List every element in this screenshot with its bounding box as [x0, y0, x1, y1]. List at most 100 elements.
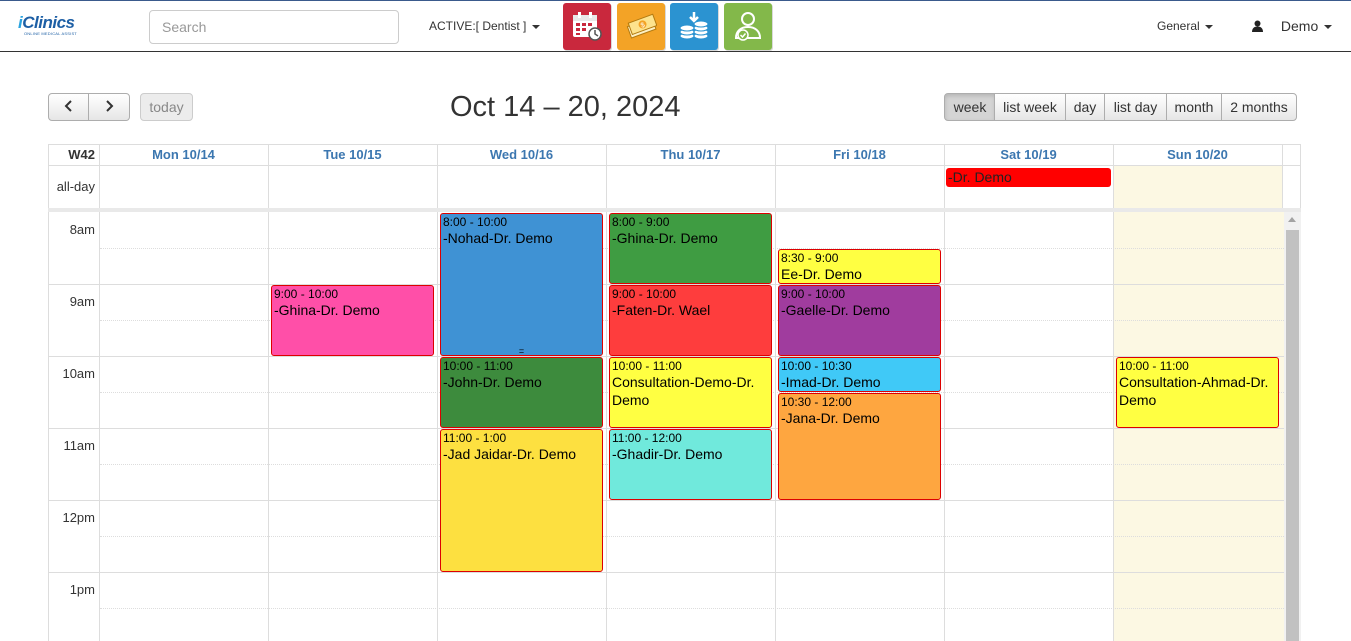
event-time: 10:00 - 11:00 [612, 359, 682, 373]
search-input[interactable] [149, 10, 399, 44]
week-number: W42 [68, 147, 95, 162]
allday-divider [48, 208, 1301, 212]
event-time: 11:00 - 12:00 [612, 431, 682, 445]
iclinics-logo[interactable]: iClinics ONLINE MEDICAL ASSIST [18, 13, 82, 39]
grid-col-line [1282, 144, 1283, 210]
general-dropdown[interactable]: General [1157, 19, 1214, 33]
caret-down-icon [531, 24, 540, 29]
view-week-button[interactable]: week [944, 93, 996, 121]
coins-app-icon[interactable] [670, 3, 718, 50]
time-label: 1pm [69, 582, 95, 597]
day-header-2[interactable]: Wed 10/16 [437, 144, 606, 165]
today-button[interactable]: today [140, 93, 193, 121]
event-time: 9:00 - 10:00 [612, 287, 677, 301]
calendar-title: Oct 14 – 20, 2024 [450, 91, 681, 123]
view-month-button[interactable]: month [1166, 93, 1222, 121]
prev-week-button[interactable] [48, 93, 89, 121]
calendar-event[interactable]: 11:00 - 1:00 -Jad Jaidar-Dr. Demo [440, 429, 603, 572]
caret-down-icon [1205, 24, 1214, 29]
calendar-event[interactable]: 10:30 - 12:00 -Jana-Dr. Demo [778, 393, 941, 500]
chevron-left-icon [64, 100, 72, 112]
day-header-0[interactable]: Mon 10/14 [99, 144, 268, 165]
allday-event[interactable]: -Dr. Demo [946, 168, 1111, 187]
allday-label: all-day [56, 179, 95, 194]
next-week-button[interactable] [88, 93, 130, 121]
calendar-event[interactable]: 10:00 - 11:00 Consultation-Ahmad-Dr. Demo [1116, 357, 1279, 428]
top-navbar: iClinics ONLINE MEDICAL ASSIST ACTIVE:[ … [0, 0, 1351, 52]
event-time: 10:00 - 11:00 [1119, 359, 1189, 373]
event-title: -Jad Jaidar-Dr. Demo [443, 446, 577, 462]
logo-text: Clinics [22, 13, 75, 32]
view-day-button[interactable]: day [1065, 93, 1105, 121]
time-label: 11am [63, 438, 95, 453]
event-time: 10:00 - 10:30 [781, 359, 852, 373]
resize-handle-icon[interactable]: = [441, 347, 602, 356]
event-time: 8:00 - 9:00 [612, 215, 670, 229]
event-time: 8:00 - 10:00 [443, 215, 508, 229]
event-title: -John-Dr. Demo [443, 374, 542, 390]
scrollbar-thumb[interactable] [1286, 230, 1299, 641]
header-bottom-line [48, 165, 1301, 166]
calendar-event[interactable]: 9:00 - 10:00 -Ghina-Dr. Demo [271, 285, 434, 356]
week-calendar: W42 all-day Mon 10/14 Tue 10/15 Wed 10/16 T… [48, 144, 1301, 641]
half-hour-line [100, 536, 1284, 537]
event-title: -Jana-Dr. Demo [781, 410, 880, 426]
calendar-event[interactable]: 8:00 - 10:00 -Nohad-Dr. Demo = [440, 213, 603, 356]
scroll-up-arrow-icon[interactable] [1288, 217, 1296, 222]
user-menu-dropdown[interactable]: Demo [1252, 18, 1333, 34]
calendar-event[interactable]: 8:00 - 9:00 -Ghina-Dr. Demo [609, 213, 772, 284]
grid-border-right [1300, 144, 1301, 210]
event-title: Consultation-Ahmad-Dr. Demo [1119, 374, 1269, 408]
event-title: -Nohad-Dr. Demo [443, 230, 553, 246]
time-label: 12pm [62, 510, 95, 525]
chevron-right-icon [106, 100, 114, 112]
calendar-event[interactable]: 8:30 - 9:00 Ee-Dr. Demo [778, 249, 941, 284]
event-time: 9:00 - 10:00 [274, 287, 339, 301]
event-title: -Gaelle-Dr. Demo [781, 302, 890, 318]
user-name: Demo [1280, 18, 1319, 34]
calendar-app-icon[interactable] [563, 3, 611, 50]
time-label: 8am [69, 222, 95, 237]
event-time: 8:30 - 9:00 [781, 251, 839, 265]
event-title: -Imad-Dr. Demo [781, 374, 881, 390]
half-hour-line [100, 608, 1284, 609]
user-icon [1252, 20, 1263, 32]
hour-line [48, 572, 1284, 573]
calendar-event[interactable]: 9:00 - 10:00 -Gaelle-Dr. Demo [778, 285, 941, 356]
event-title: -Faten-Dr. Wael [612, 302, 711, 318]
event-time: 10:30 - 12:00 [781, 395, 852, 409]
time-label: 9am [69, 294, 95, 309]
event-title: Ee-Dr. Demo [781, 266, 862, 282]
general-label: General [1157, 19, 1200, 33]
event-title: -Ghadir-Dr. Demo [612, 446, 723, 462]
caret-down-icon [1324, 25, 1333, 30]
calendar-event[interactable]: 10:00 - 10:30 -Imad-Dr. Demo [778, 357, 941, 392]
event-title: -Ghina-Dr. Demo [612, 230, 718, 246]
view-list-week-button[interactable]: list week [994, 93, 1066, 121]
event-time: 10:00 - 11:00 [443, 359, 513, 373]
hour-line [48, 500, 1284, 501]
calendar-event[interactable]: 9:00 - 10:00 -Faten-Dr. Wael [609, 285, 772, 356]
view-list-day-button[interactable]: list day [1104, 93, 1167, 121]
money-app-icon[interactable]: $ [617, 3, 665, 50]
active-specialty-label: ACTIVE:[ Dentist ] [429, 19, 527, 33]
active-specialty-dropdown[interactable]: ACTIVE:[ Dentist ] [429, 19, 540, 33]
event-time: 9:00 - 10:00 [781, 287, 846, 301]
day-header-3[interactable]: Thu 10/17 [606, 144, 775, 165]
event-title: -Ghina-Dr. Demo [274, 302, 380, 318]
calendar-event[interactable]: 10:00 - 11:00 Consultation-Demo-Dr. Demo [609, 357, 772, 428]
calendar-event[interactable]: 10:00 - 11:00 -John-Dr. Demo [440, 357, 603, 428]
calendar-event[interactable]: 11:00 - 12:00 -Ghadir-Dr. Demo [609, 429, 772, 500]
day-header-5[interactable]: Sat 10/19 [944, 144, 1113, 165]
time-label: 10am [62, 366, 95, 381]
view-2-months-button[interactable]: 2 months [1221, 93, 1297, 121]
grid-border-left [48, 144, 49, 641]
today-allday-highlight [1113, 166, 1282, 210]
event-title: Consultation-Demo-Dr. Demo [612, 374, 755, 408]
logo-tagline: ONLINE MEDICAL ASSIST [24, 31, 77, 36]
event-time: 11:00 - 1:00 [443, 431, 507, 445]
user-check-app-icon[interactable] [724, 3, 772, 50]
day-header-6[interactable]: Sun 10/20 [1113, 144, 1282, 165]
day-header-4[interactable]: Fri 10/18 [775, 144, 944, 165]
day-header-1[interactable]: Tue 10/15 [268, 144, 437, 165]
